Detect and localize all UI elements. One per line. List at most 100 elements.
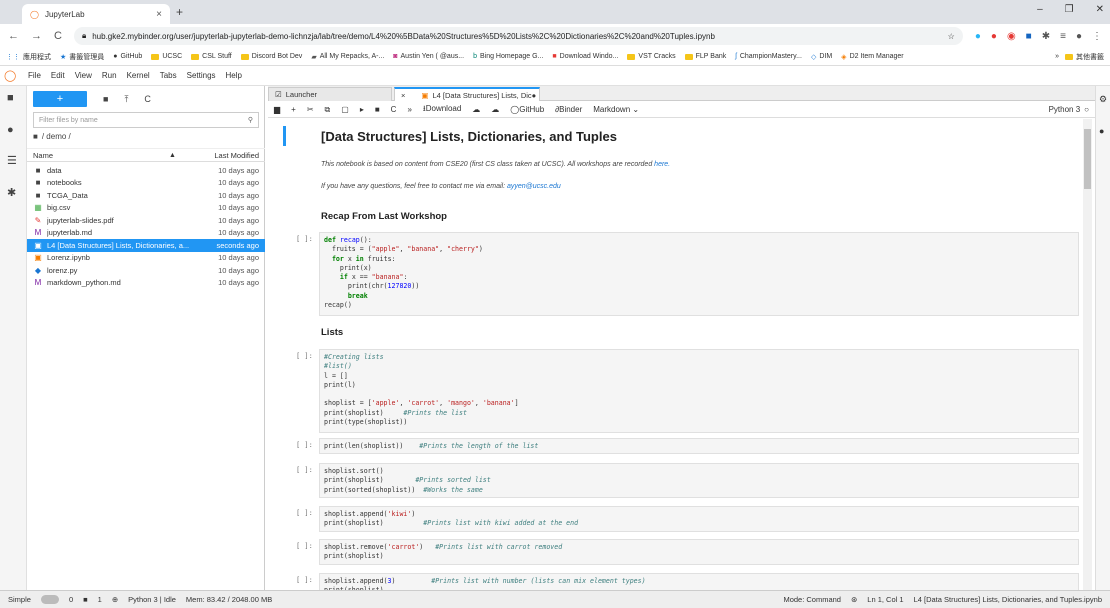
column-name-header[interactable]: Name [33, 151, 53, 160]
simple-mode-toggle[interactable] [40, 595, 59, 604]
paste-icon[interactable]: ▢ [341, 105, 349, 114]
fast-forward-icon[interactable]: » [407, 105, 411, 114]
bookmark-item[interactable]: ◇ DIM [811, 53, 832, 61]
binder-button[interactable]: ∂Binder [555, 105, 582, 114]
minimize-icon[interactable]: – [1037, 4, 1043, 15]
forward-icon[interactable]: → [31, 30, 42, 42]
bookmark-item[interactable]: FLP Bank [684, 53, 726, 60]
extension-icon[interactable]: ◉ [1007, 31, 1016, 42]
notebook-area[interactable]: [Data Structures] Lists, Dictionaries, a… [268, 119, 1083, 590]
menu-run[interactable]: Run [102, 71, 117, 80]
extension-icon[interactable]: ● [991, 31, 997, 42]
filter-files-input[interactable]: Filter files by name ⚲ [33, 112, 259, 128]
url-field[interactable]: 🔒︎ hub.gke2.mybinder.org/user/jupyterlab… [73, 27, 963, 45]
refresh-icon[interactable]: C [144, 94, 151, 104]
cloud-icon[interactable]: ☁ [472, 105, 480, 114]
bookmark-item[interactable]: CSL Stuff [191, 53, 232, 60]
command-palette-icon[interactable]: ☰ [7, 154, 17, 167]
file-row[interactable]: ▦ big.csv 10 days ago [27, 202, 265, 215]
bookmark-item[interactable]: UCSC [151, 53, 182, 60]
bookmark-item[interactable]: ⋮⋮ 應用程式 [6, 52, 51, 62]
breadcrumb[interactable]: ■ / demo / [33, 132, 71, 141]
bookmark-item[interactable]: ■ Download Windo... [552, 53, 618, 60]
bookmark-item[interactable]: ʃ ChampionMastery... [735, 53, 802, 60]
tab-notebook[interactable]: × ▣ L4 [Data Structures] Lists, Dic● [394, 87, 540, 101]
more-bookmarks-icon[interactable]: » [1055, 53, 1059, 60]
code-cell[interactable]: #Creating lists #list() l = [] print(l) … [319, 349, 1079, 433]
github-button[interactable]: ◯GitHub [510, 105, 544, 114]
extensions-puzzle-icon[interactable]: ✱ [1042, 31, 1050, 42]
upload-icon[interactable]: ⤒ [124, 94, 128, 105]
file-row[interactable]: ■ TCGA_Data 10 days ago [27, 189, 265, 202]
reload-icon[interactable]: C [54, 30, 62, 42]
notebook-scrollbar[interactable] [1083, 119, 1092, 590]
bookmark-item[interactable]: Discord Bot Dev [240, 53, 302, 60]
extension-icon[interactable]: ● [975, 31, 981, 42]
browser-tab[interactable]: ◯ JupyterLab × [22, 4, 170, 24]
stop-icon[interactable]: ■ [375, 105, 380, 114]
close-tab-icon[interactable]: × [401, 91, 405, 100]
new-folder-icon[interactable]: ■ [103, 94, 108, 104]
menu-edit[interactable]: Edit [51, 71, 65, 80]
active-cell-collapser[interactable] [283, 126, 286, 146]
bookmark-star-icon[interactable]: ☆ [948, 32, 955, 41]
run-icon[interactable]: ▸ [360, 105, 364, 114]
bookmark-item[interactable]: ◈ D2 Item Manager [841, 53, 903, 61]
file-row[interactable]: ▣ L4 [Data Structures] Lists, Dictionarie… [27, 239, 265, 252]
maximize-icon[interactable]: ❐ [1065, 4, 1074, 15]
column-modified-header[interactable]: Last Modified [214, 151, 259, 160]
browser-menu-icon[interactable]: ⋮ [1092, 31, 1102, 42]
new-tab-icon[interactable]: + [176, 5, 183, 19]
code-cell[interactable]: print(len(shoplist)) #Prints the length … [319, 438, 1079, 454]
property-inspector-icon[interactable]: ⚙ [1099, 94, 1107, 105]
menu-kernel[interactable]: Kernel [127, 71, 150, 80]
close-window-icon[interactable]: ✕ [1096, 4, 1104, 15]
code-cell[interactable]: shoplist.remove('carrot') #Prints list w… [319, 539, 1079, 565]
code-cell[interactable]: def recap(): fruits = ("apple", "banana"… [319, 232, 1079, 316]
email-link[interactable]: ayyen@ucsc.edu [507, 183, 561, 190]
bookmark-item[interactable]: VST Cracks [627, 53, 676, 60]
kernel-status[interactable]: Python 3 | Idle [128, 595, 176, 604]
file-row[interactable]: ■ data 10 days ago [27, 164, 265, 177]
recordings-link[interactable]: here. [654, 161, 670, 168]
cursor-position[interactable]: Ln 1, Col 1 [867, 595, 903, 604]
file-row[interactable]: ▣ Lorenz.ipynb 10 days ago [27, 252, 265, 265]
debugger-icon[interactable]: ● [1099, 126, 1104, 136]
bookmark-item[interactable]: ▰ All My Repacks, A-... [311, 53, 384, 61]
notification-icon[interactable]: ⊛ [851, 595, 857, 604]
menu-file[interactable]: File [28, 71, 41, 80]
extension-icon[interactable]: ■ [1026, 31, 1032, 42]
cell-type-select[interactable]: Markdown ⌄ [593, 105, 639, 114]
save-icon[interactable]: ▆ [274, 105, 280, 114]
folder-icon[interactable]: ■ [7, 92, 14, 104]
bookmark-item[interactable]: ● GitHub [113, 53, 142, 60]
bookmark-item[interactable]: ★ 書籤管理員 [60, 52, 104, 62]
code-cell[interactable]: shoplist.sort() print(shoplist) #Prints … [319, 463, 1079, 498]
bookmark-item[interactable]: b Bing Homepage G... [473, 53, 543, 60]
menu-tabs[interactable]: Tabs [160, 71, 177, 80]
code-cell[interactable]: shoplist.append(3) #Prints list with num… [319, 573, 1079, 590]
code-cell[interactable]: shoplist.append('kiwi') print(shoplist) … [319, 506, 1079, 532]
back-icon[interactable]: ← [8, 30, 19, 42]
file-row[interactable]: ◆ lorenz.py 10 days ago [27, 264, 265, 277]
reading-list-icon[interactable]: ≡ [1060, 31, 1066, 42]
menu-settings[interactable]: Settings [187, 71, 216, 80]
copy-icon[interactable]: ⧉ [325, 105, 331, 115]
running-sessions-icon[interactable]: ● [7, 124, 14, 136]
close-tab-icon[interactable]: × [156, 9, 162, 20]
insert-cell-icon[interactable]: + [291, 105, 296, 114]
other-bookmarks[interactable]: 其他書籤 [1065, 52, 1104, 62]
menu-help[interactable]: Help [226, 71, 242, 80]
sort-caret-icon[interactable]: ▲ [169, 152, 176, 159]
file-row[interactable]: Mmarkdown_python.md 10 days ago [27, 277, 265, 290]
tab-launcher[interactable]: ☑ Launcher [268, 87, 392, 101]
bookmark-item[interactable]: ◙ Austin Yen ( @aus... [393, 53, 464, 60]
cut-icon[interactable]: ✂ [307, 105, 314, 114]
scrollbar-thumb[interactable] [1084, 129, 1091, 189]
extensions-icon[interactable]: ✱ [7, 186, 16, 199]
cloud-upload-icon[interactable]: ☁ [491, 105, 499, 114]
restart-icon[interactable]: C [391, 105, 397, 114]
file-row[interactable]: ✎ jupyterlab-slides.pdf 10 days ago [27, 214, 265, 227]
file-row[interactable]: ■ notebooks 10 days ago [27, 177, 265, 190]
profile-avatar[interactable]: ● [1076, 31, 1082, 42]
